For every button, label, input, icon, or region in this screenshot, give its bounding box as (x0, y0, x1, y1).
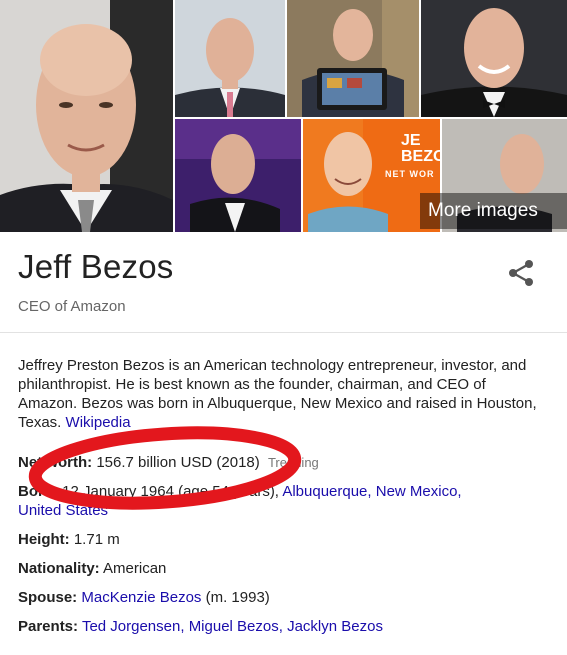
share-icon[interactable] (505, 258, 537, 288)
fact-label: Parents: (18, 618, 79, 635)
separator: , (278, 618, 283, 635)
separator: , (180, 618, 185, 635)
fact-born-cont: United States (18, 502, 108, 519)
photo-tile-4[interactable] (421, 0, 567, 117)
parent-link-2[interactable]: Miguel Bezos (189, 618, 279, 635)
more-images-button[interactable]: More images (420, 193, 567, 229)
fact-value: American (103, 560, 167, 577)
wikipedia-link[interactable]: Wikipedia (66, 414, 131, 431)
separator: , (367, 483, 372, 500)
photo-tile-2[interactable] (175, 0, 285, 117)
trending-badge: Trending (267, 455, 319, 470)
spouse-link[interactable]: MacKenzie Bezos (81, 589, 201, 606)
image-gallery: JE BEZO NET WOR More images (0, 0, 567, 232)
fact-label: Height: (18, 531, 70, 548)
fact-label: Spouse: (18, 589, 78, 606)
description: Jeffrey Preston Bezos is an American tec… (18, 356, 548, 432)
book-cover-line-1: JE (401, 132, 421, 149)
fact-net-worth: Net worth: 156.7 billion USD (2018) Tren… (18, 454, 319, 471)
parent-link-1[interactable]: Ted Jorgensen (82, 618, 180, 635)
fact-value: (m. 1993) (205, 589, 270, 606)
fact-nationality: Nationality: American (18, 560, 166, 577)
fact-parents: Parents: Ted Jorgensen, Miguel Bezos, Ja… (18, 618, 383, 635)
parent-link-3[interactable]: Jacklyn Bezos (287, 618, 383, 635)
main-photo[interactable] (0, 0, 173, 232)
fact-label: Nationality: (18, 560, 100, 577)
fact-height: Height: 1.71 m (18, 531, 120, 548)
fact-label: Born: (18, 483, 58, 500)
born-place-link-1[interactable]: Albuquerque (282, 483, 367, 500)
photo-tile-3[interactable] (287, 0, 419, 117)
book-cover-line-2: BEZO (401, 148, 440, 165)
divider (0, 332, 567, 333)
fact-value: 12 January 1964 (age 54 years), (62, 483, 279, 500)
fact-value: 156.7 billion USD (2018) (96, 454, 260, 471)
born-place-link-3[interactable]: United States (18, 502, 108, 519)
book-cover-title: JE BEZO (401, 133, 440, 165)
book-cover-subtitle: NET WOR (385, 169, 435, 179)
knowledge-panel-header: Jeff Bezos CEO of Amazon (18, 248, 174, 315)
fact-value: 1.71 m (73, 531, 120, 548)
fact-born: Born: 12 January 1964 (age 54 years), Al… (18, 483, 462, 500)
page-title: Jeff Bezos (18, 248, 174, 285)
photo-tile-5[interactable] (175, 119, 301, 232)
fact-spouse: Spouse: MacKenzie Bezos (m. 1993) (18, 589, 270, 606)
fact-label: Net worth: (18, 454, 93, 471)
subtitle: CEO of Amazon (18, 298, 126, 315)
born-place-link-2[interactable]: New Mexico, (376, 483, 462, 500)
